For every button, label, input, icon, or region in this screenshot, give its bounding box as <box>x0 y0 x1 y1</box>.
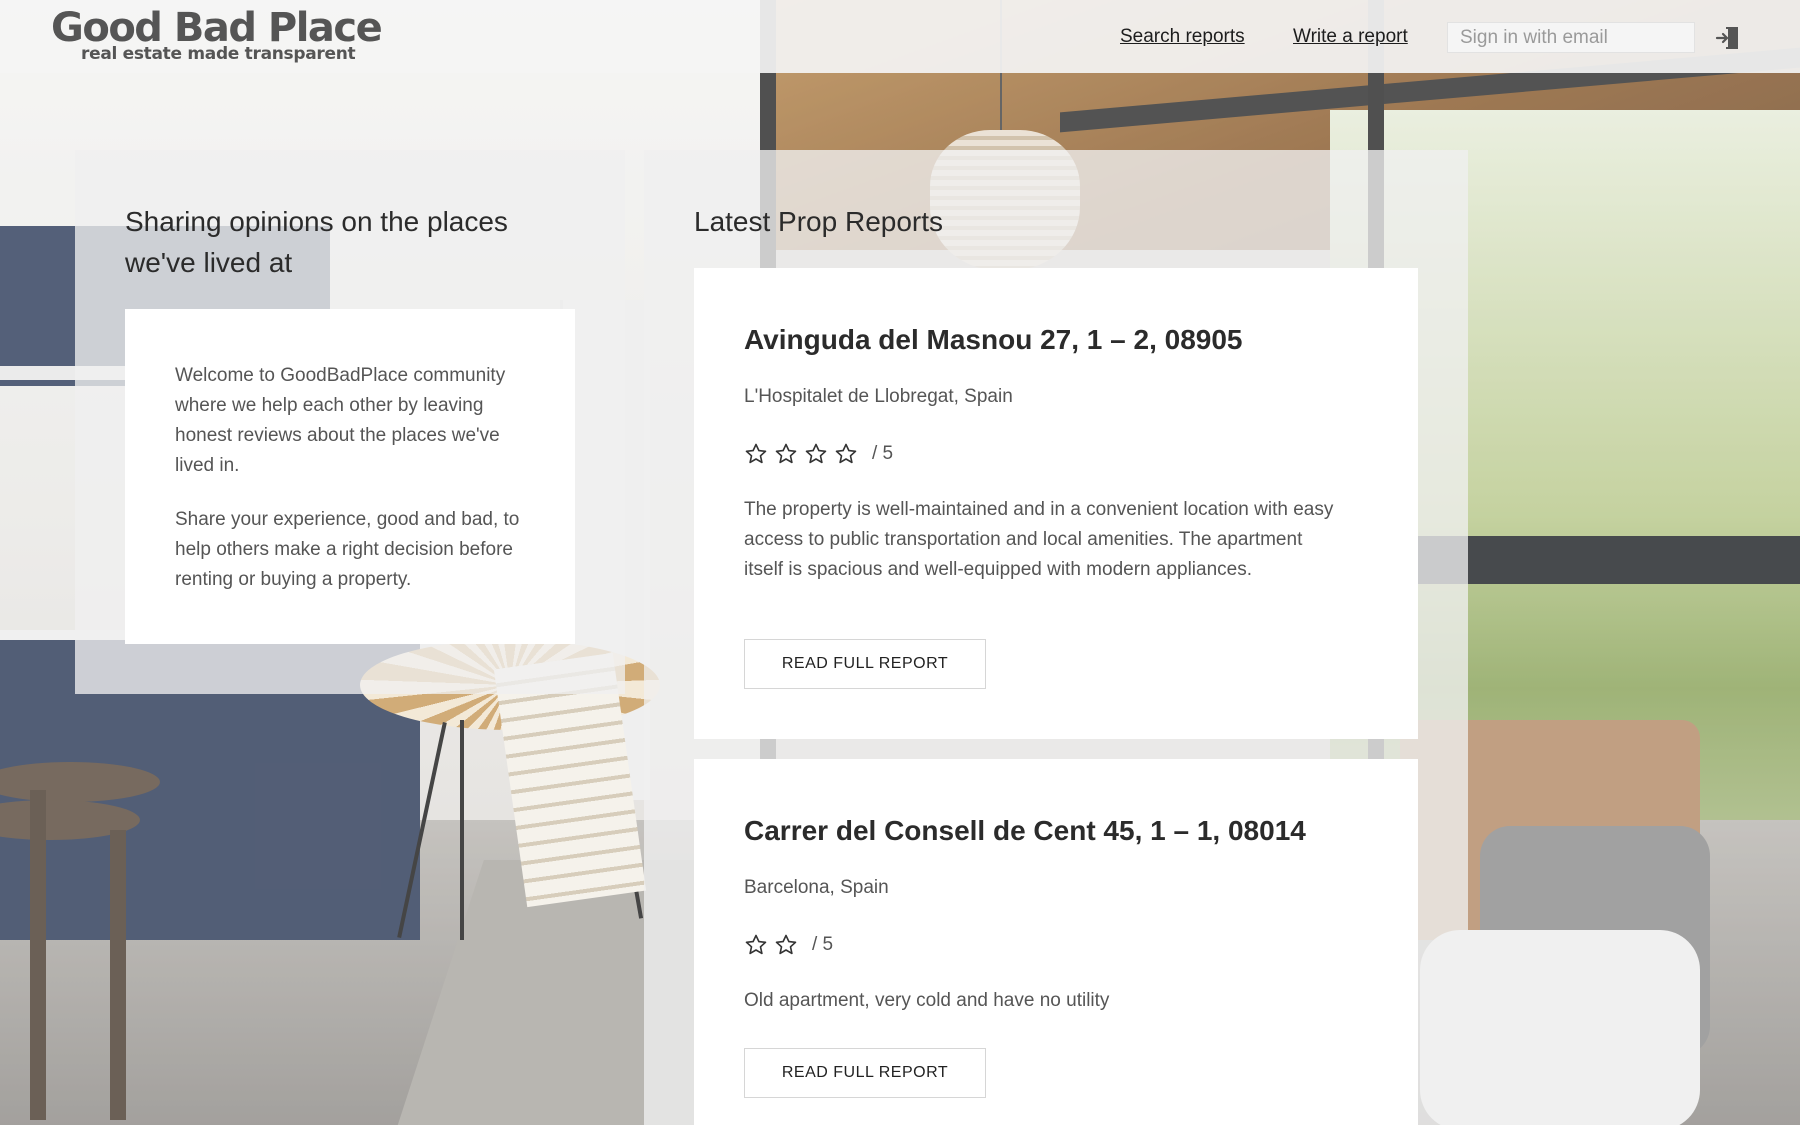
star-icon <box>745 934 767 955</box>
star-icon <box>775 934 797 955</box>
read-full-report-button[interactable]: READ FULL REPORT <box>744 1048 986 1098</box>
email-signin-input[interactable] <box>1447 22 1695 53</box>
report-description: Old apartment, very cold and have no uti… <box>744 990 1110 1011</box>
site-logo[interactable]: Good Bad Place real estate made transpar… <box>51 4 383 64</box>
star-icon <box>775 443 797 464</box>
logo-tagline: real estate made transparent <box>81 44 356 64</box>
site-header: Good Bad Place real estate made transpar… <box>0 0 1800 73</box>
report-city: L'Hospitalet de Llobregat, Spain <box>744 386 1013 407</box>
reports-panel: Latest Prop Reports Avinguda del Masnou … <box>644 150 1468 1125</box>
welcome-paragraph: Welcome to GoodBadPlace community where … <box>175 365 506 476</box>
write-report-link[interactable]: Write a report <box>1293 26 1408 48</box>
star-rating: / 5 <box>744 442 893 466</box>
report-card: Carrer del Consell de Cent 45, 1 – 1, 08… <box>694 759 1418 1125</box>
star-icon <box>805 443 827 464</box>
rating-total: / 5 <box>812 934 834 955</box>
star-icon <box>745 443 767 464</box>
star-rating: / 5 <box>744 933 833 957</box>
reports-heading: Latest Prop Reports <box>694 206 944 237</box>
report-city: Barcelona, Spain <box>744 877 889 898</box>
report-address: Avinguda del Masnou 27, 1 – 2, 08905 <box>744 324 1243 355</box>
sign-in-door-icon[interactable] <box>1715 25 1741 51</box>
share-paragraph: Share your experience, good and bad, to … <box>175 509 520 590</box>
search-reports-link[interactable]: Search reports <box>1120 26 1245 48</box>
intro-panel: Sharing opinions on the places we've liv… <box>75 150 625 694</box>
rating-total: / 5 <box>872 443 894 464</box>
report-description: The property is well-maintained and in a… <box>744 499 1334 580</box>
report-address: Carrer del Consell de Cent 45, 1 – 1, 08… <box>744 815 1306 846</box>
read-full-report-button[interactable]: READ FULL REPORT <box>744 639 986 689</box>
intro-heading: Sharing opinions on the places we've liv… <box>125 206 508 278</box>
welcome-card: Welcome to GoodBadPlace community where … <box>125 309 575 644</box>
star-icon <box>835 443 857 464</box>
report-card: Avinguda del Masnou 27, 1 – 2, 08905 L'H… <box>694 268 1418 739</box>
